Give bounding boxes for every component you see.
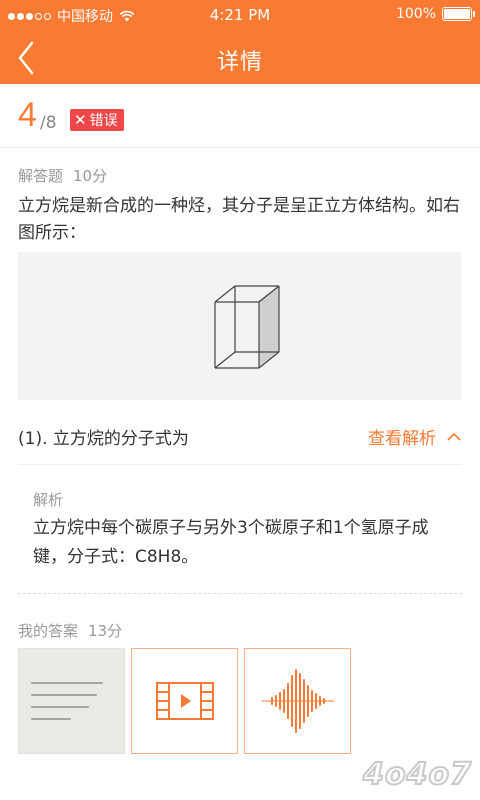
status-badge-label: 错误	[89, 113, 118, 129]
video-icon	[155, 682, 214, 720]
chevron-up-icon	[447, 432, 461, 441]
divider	[18, 464, 462, 465]
my-answer-score: 13分	[88, 622, 123, 640]
sub-question: (1). 立方烷的分子式为	[18, 429, 189, 449]
dashed-divider	[18, 593, 462, 594]
my-answer-header: 我的答案 13分	[18, 620, 122, 641]
view-analysis-button[interactable]: 查看解析	[368, 424, 462, 449]
total-questions: /8	[40, 113, 57, 133]
video-attachment[interactable]	[131, 648, 238, 754]
page-title: 详情	[216, 50, 263, 75]
watermark-logo: 4o4o7	[362, 756, 472, 793]
question-score: 10分	[73, 167, 108, 185]
audio-waveform-icon	[261, 669, 334, 733]
question-type: 解答题	[18, 167, 64, 185]
analysis-text: 立方烷中每个碳原子与另外3个碳原子和1个氢原子成键，分子式：C8H8。	[33, 518, 429, 567]
app-header: 中国移动 4:21 PM 100% 详情	[0, 0, 480, 84]
analysis-title: 解析	[33, 491, 64, 509]
status-badge: ✕ 错误	[70, 109, 124, 131]
handwritten-answer-photo[interactable]	[18, 648, 125, 754]
battery-status: 100%	[395, 6, 475, 22]
audio-attachment[interactable]	[244, 648, 351, 754]
battery-percent: 100%	[395, 6, 436, 22]
close-icon: ✕	[74, 111, 87, 129]
view-analysis-label: 查看解析	[368, 429, 436, 449]
question-text: 立方烷是新合成的一种烃，其分子是呈正立方体结构。如右图所示：	[18, 196, 460, 243]
cube-diagram	[214, 285, 280, 369]
cube-figure	[18, 252, 461, 400]
question-progress: 4 /8 ✕ 错误	[0, 84, 480, 148]
question-meta: 解答题 10分	[18, 165, 107, 186]
status-bar: 中国移动 4:21 PM 100%	[0, 0, 480, 30]
my-answer-title: 我的答案	[18, 622, 79, 640]
current-question-number: 4	[18, 96, 37, 134]
battery-icon	[442, 7, 475, 21]
answer-attachments	[18, 648, 351, 754]
